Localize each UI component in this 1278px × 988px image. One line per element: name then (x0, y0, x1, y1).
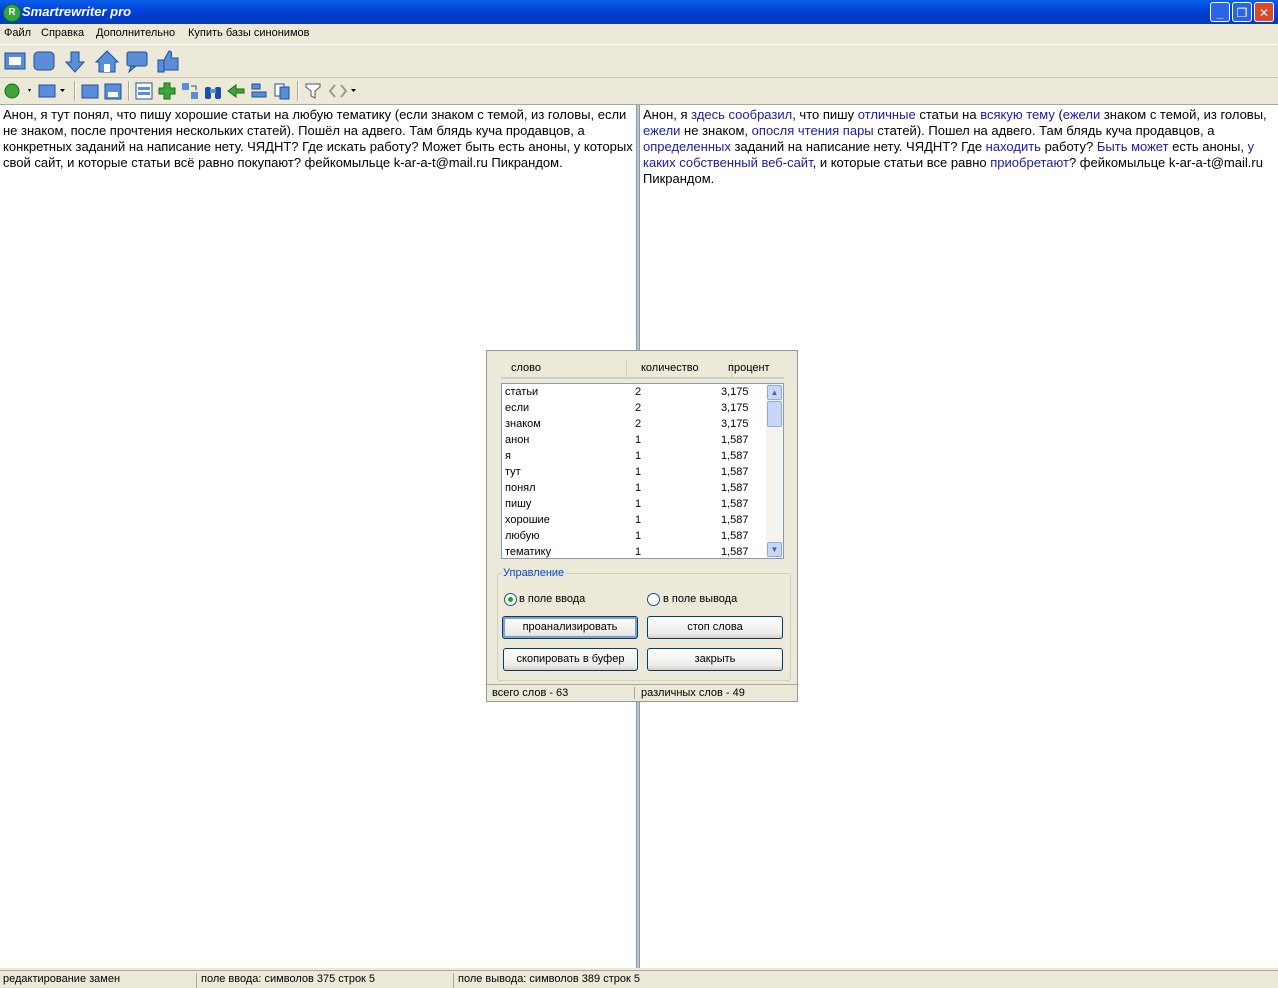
binoculars-icon[interactable] (204, 82, 222, 100)
output-text-segment: знаком с темой, из головы, (1100, 107, 1267, 122)
output-text-segment: работу? (1040, 139, 1097, 154)
open-folder-icon[interactable] (81, 82, 99, 100)
database-icon[interactable] (32, 50, 56, 74)
output-text-segment: не знаком, (680, 123, 752, 138)
copy-icon[interactable] (273, 82, 291, 100)
status-output-info: поле вывода: символов 389 строк 5 (458, 973, 640, 985)
download-icon[interactable] (63, 50, 87, 74)
replace-icon[interactable] (181, 82, 199, 100)
thumbs-up-icon[interactable] (156, 49, 182, 75)
column-percent-header[interactable]: процент (728, 360, 784, 377)
synonym-replacement[interactable]: находить (986, 139, 1041, 154)
status-bar: редактирование замен поле ввода: символо… (0, 970, 1278, 988)
list-item[interactable]: понял 1 1,587 (502, 480, 764, 496)
restore-button[interactable]: ❐ (1232, 2, 1252, 22)
toolbar-separator (297, 81, 299, 101)
list-item[interactable]: тут 1 1,587 (502, 464, 764, 480)
synonym-replacement[interactable]: отличные (858, 107, 916, 122)
list-item[interactable]: знаком 2 3,175 (502, 416, 764, 432)
radio-output-field[interactable] (647, 593, 660, 606)
output-text-segment: ( (1054, 107, 1063, 122)
column-count-header[interactable]: количество (641, 360, 732, 377)
menu-help[interactable]: Справка (41, 27, 84, 39)
close-dialog-button[interactable]: закрыть (647, 648, 783, 671)
total-words-count: всего слов - 63 (492, 687, 569, 699)
chat-icon[interactable] (125, 50, 151, 74)
synonym-replacement[interactable]: опосля чтения пары (752, 123, 874, 138)
radio-input-field-label[interactable]: в поле ввода (519, 593, 585, 605)
list-scrollbar[interactable]: ▲ ▼ (766, 384, 783, 558)
save-icon[interactable] (104, 82, 122, 100)
status-input-info: поле ввода: символов 375 строк 5 (198, 973, 454, 988)
list-item[interactable]: пишу 1 1,587 (502, 496, 764, 512)
menu-extra[interactable]: Дополнительно (96, 27, 175, 39)
main-toolbar (0, 45, 1278, 78)
copy-to-clipboard-button[interactable]: скопировать в буфер (503, 648, 638, 671)
list-item[interactable]: любую 1 1,587 (502, 528, 764, 544)
dialog-status-bar: всего слов - 63 различных слов - 49 (487, 684, 797, 702)
output-text-segment: , что пишу (792, 107, 858, 122)
distinct-words-count: различных слов - 49 (634, 687, 745, 699)
minimize-button[interactable]: _ (1210, 2, 1230, 22)
align-icon[interactable] (250, 82, 268, 100)
output-text-segment: Анон, я (643, 107, 692, 122)
scroll-down-icon[interactable]: ▼ (767, 542, 782, 557)
output-text-segment: статьи на (915, 107, 981, 122)
scroll-up-icon[interactable]: ▲ (767, 385, 782, 400)
list-item[interactable]: я 1 1,587 (502, 448, 764, 464)
back-icon[interactable] (227, 82, 245, 100)
input-text: Анон, я тут понял, что пишу хорошие стат… (3, 107, 633, 170)
stop-words-button[interactable]: стоп слова (647, 616, 783, 639)
close-window-button[interactable]: ✕ (1254, 2, 1274, 22)
synonym-replacement[interactable]: определенных (643, 139, 731, 154)
filter-icon[interactable] (304, 82, 322, 100)
code-dropdown-icon[interactable] (328, 82, 358, 100)
home-icon[interactable] (94, 49, 120, 75)
title-bar: R Smartrewriter pro _ ❐ ✕ (0, 0, 1278, 24)
list-item[interactable]: тематику 1 1,587 (502, 544, 764, 558)
radio-input-field[interactable] (504, 593, 517, 606)
synonym-replacement[interactable]: всякую тему (980, 107, 1055, 122)
output-text-segment: есть аноны, (1168, 139, 1248, 154)
output-text-segment: статей). Пошел на адвего. Там блядь куча… (873, 123, 1215, 138)
app-logo-icon: R (3, 4, 21, 22)
word-frequency-list[interactable]: статьи 2 3,175 если 2 3,175 знаком 2 3,1… (501, 383, 784, 559)
list-item[interactable]: если 2 3,175 (502, 400, 764, 416)
window-title: Smartrewriter pro (22, 4, 132, 19)
folder-dropdown-icon[interactable] (38, 82, 68, 100)
column-word-header[interactable]: слово (511, 360, 627, 377)
status-mode: редактирование замен (0, 973, 197, 988)
refresh-dropdown-icon[interactable] (3, 82, 33, 100)
synonym-replacement[interactable]: ежели (643, 123, 680, 138)
list-item[interactable]: хорошие 1 1,587 (502, 512, 764, 528)
analyze-button[interactable]: проанализировать (502, 616, 638, 639)
edit-toolbar (0, 78, 1278, 105)
output-text: Анон, я здесь сообразил, что пишу отличн… (643, 107, 1267, 186)
word-frequency-dialog: слово количество процент статьи 2 3,175 … (486, 350, 798, 702)
control-group-label: Управление (501, 567, 567, 579)
split-icon[interactable] (135, 82, 153, 100)
menu-file[interactable]: Файл (4, 27, 31, 39)
toolbar-separator (74, 81, 76, 101)
synonym-replacement[interactable]: здесь сообразил (691, 107, 792, 122)
toolbar-separator (128, 81, 130, 101)
output-text-segment: заданий на написание нету. ЧЯДНТ? Где (730, 139, 986, 154)
list-item[interactable]: анон 1 1,587 (502, 432, 764, 448)
synonym-replacement[interactable]: ежели (1063, 107, 1100, 122)
output-text-segment: , и которые статьи все равно (812, 155, 991, 170)
list-item[interactable]: статьи 2 3,175 (502, 384, 764, 400)
scroll-thumb[interactable] (767, 401, 782, 427)
menu-bar: Файл Справка Дополнительно Купить базы с… (0, 24, 1278, 45)
window-icon[interactable] (3, 50, 27, 74)
radio-output-field-label[interactable]: в поле вывода (663, 593, 737, 605)
add-icon[interactable] (158, 82, 176, 100)
synonym-replacement[interactable]: Быть может (1097, 139, 1169, 154)
menu-buy-synonyms[interactable]: Купить базы синонимов (188, 27, 309, 39)
list-header: слово количество процент (501, 351, 784, 379)
synonym-replacement[interactable]: приобретают (990, 155, 1069, 170)
